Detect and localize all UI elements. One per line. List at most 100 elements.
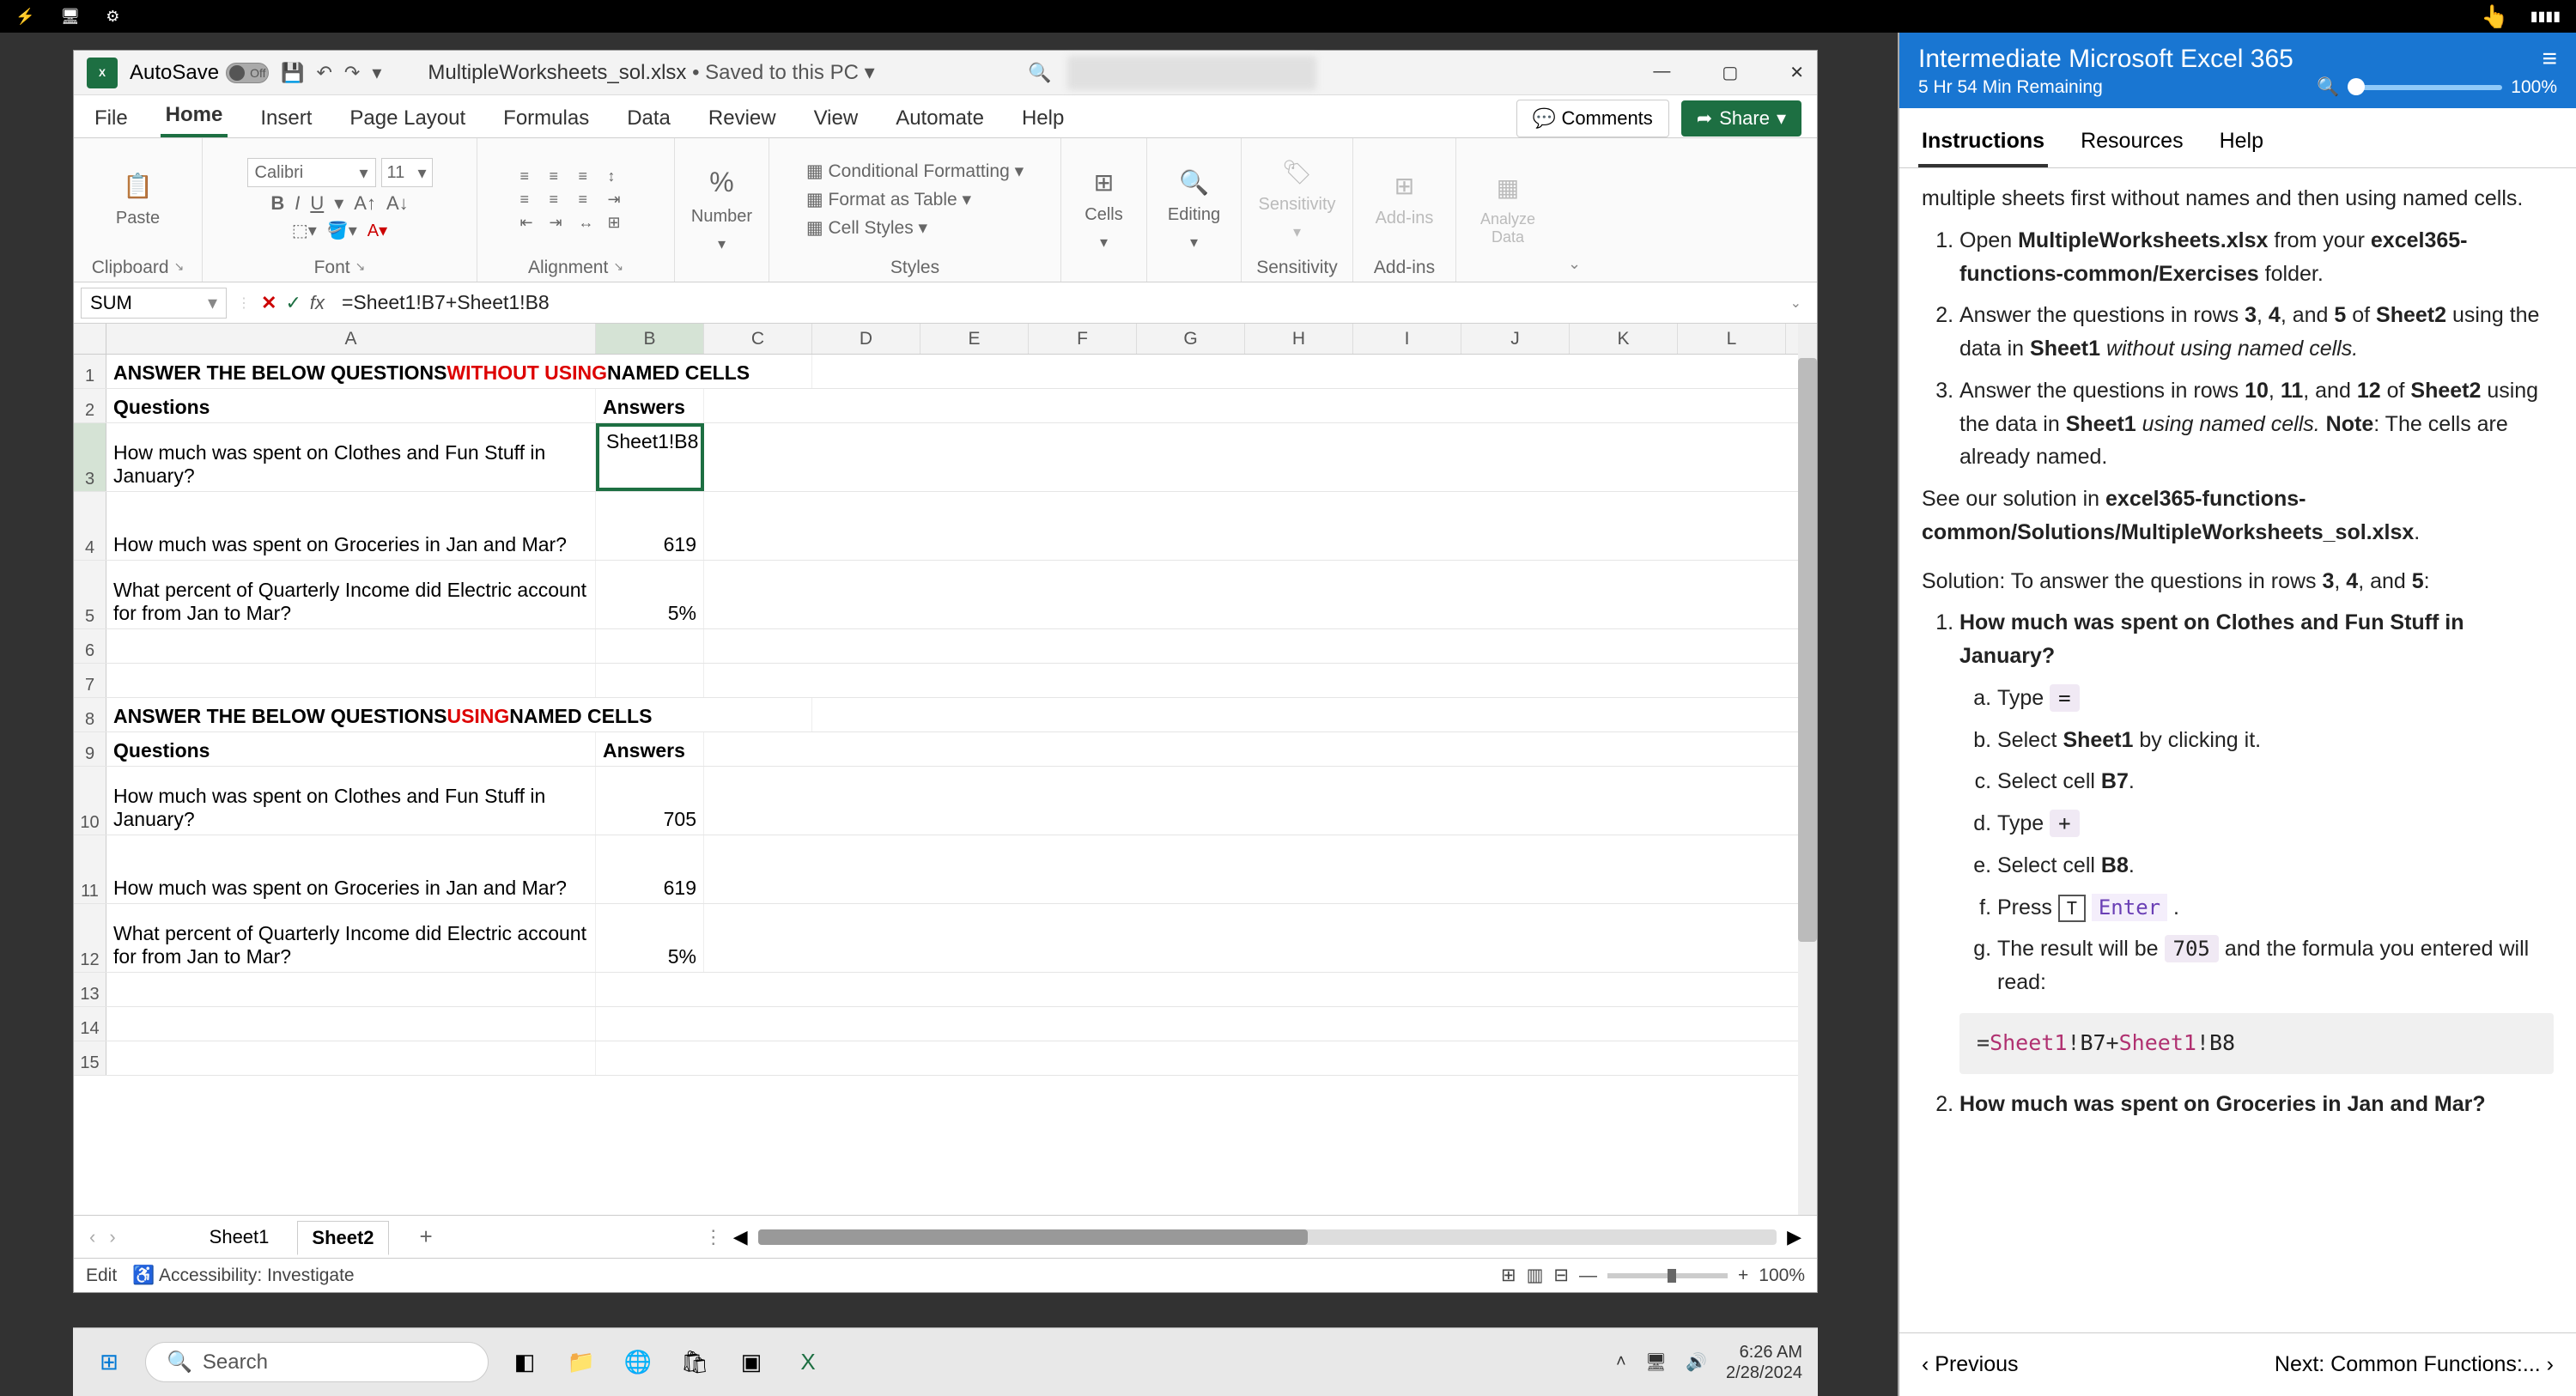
zoom-in-icon[interactable]: + — [1738, 1266, 1748, 1286]
expand-formula-icon[interactable]: ⌄ — [1790, 294, 1810, 312]
horizontal-scrollbar[interactable] — [758, 1229, 1777, 1245]
col-header-L[interactable]: L — [1678, 324, 1786, 354]
tab-data[interactable]: Data — [622, 100, 676, 137]
col-header-E[interactable]: E — [920, 324, 1029, 354]
cell-A8[interactable]: ANSWER THE BELOW QUESTIONS USING NAMED C… — [106, 698, 812, 731]
clock-time[interactable]: 6:26 AM — [1726, 1342, 1802, 1363]
share-button[interactable]: ➦ Share ▾ — [1681, 100, 1801, 137]
previous-button[interactable]: ‹ Previous — [1922, 1352, 2019, 1377]
store-icon[interactable]: 🛍 — [674, 1342, 715, 1383]
tab-help[interactable]: Help — [2216, 118, 2267, 167]
cell-A2[interactable]: Questions — [106, 389, 596, 422]
col-header-K[interactable]: K — [1570, 324, 1678, 354]
cell-A10[interactable]: How much was spent on Clothes and Fun St… — [106, 767, 596, 835]
clock-date[interactable]: 2/28/2024 — [1726, 1363, 1802, 1383]
undo-icon[interactable]: ↶ — [316, 62, 331, 84]
vertical-scrollbar[interactable] — [1798, 324, 1817, 1215]
tab-insert[interactable]: Insert — [255, 100, 317, 137]
col-header-D[interactable]: D — [812, 324, 920, 354]
cell-B3-active[interactable]: Sheet1!B8 — [596, 423, 704, 491]
font-size-select[interactable]: 11▾ — [381, 158, 433, 187]
edge-icon[interactable]: 🌐 — [617, 1342, 659, 1383]
col-header-H[interactable]: H — [1245, 324, 1353, 354]
tray-chevron-icon[interactable]: ˄ — [1616, 1352, 1626, 1372]
save-icon[interactable]: 💾 — [281, 62, 304, 84]
file-explorer-icon[interactable]: 📁 — [561, 1342, 602, 1383]
cell-A5[interactable]: What percent of Quarterly Income did Ele… — [106, 561, 596, 628]
cell-A9[interactable]: Questions — [106, 732, 596, 766]
col-header-G[interactable]: G — [1137, 324, 1245, 354]
zoom-slider[interactable] — [1607, 1273, 1728, 1278]
col-header-A[interactable]: A — [106, 324, 596, 354]
cell-B2[interactable]: Answers — [596, 389, 704, 422]
task-view-icon[interactable]: ◧ — [504, 1342, 545, 1383]
tab-review[interactable]: Review — [703, 100, 781, 137]
font-name-select[interactable]: Calibri▾ — [247, 158, 376, 187]
scroll-left-icon[interactable]: ◀ — [733, 1226, 748, 1248]
prev-sheet-icon[interactable]: ‹ — [89, 1226, 95, 1248]
scroll-right-icon[interactable]: ▶ — [1787, 1226, 1801, 1248]
cell-B10[interactable]: 705 — [596, 767, 704, 835]
zoom-out-icon[interactable]: — — [1579, 1266, 1597, 1286]
cell-A11[interactable]: How much was spent on Groceries in Jan a… — [106, 835, 596, 903]
col-header-J[interactable]: J — [1461, 324, 1570, 354]
tray-volume-icon[interactable]: 🔊 — [1686, 1351, 1707, 1373]
borders-icon[interactable]: ⬚▾ — [292, 220, 317, 241]
tab-file[interactable]: File — [89, 100, 133, 137]
redo-icon[interactable]: ↷ — [344, 62, 360, 84]
cell-B12[interactable]: 5% — [596, 904, 704, 972]
formula-bar[interactable]: =Sheet1!B7+Sheet1!B8 — [335, 288, 1780, 318]
start-icon[interactable]: ⊞ — [88, 1342, 130, 1383]
col-header-B[interactable]: B — [596, 324, 704, 354]
italic-button[interactable]: I — [295, 192, 300, 215]
next-button[interactable]: Next: Common Functions:... › — [2275, 1352, 2554, 1377]
col-header-C[interactable]: C — [704, 324, 812, 354]
zoom-level[interactable]: 100% — [1759, 1266, 1805, 1286]
tray-display-icon[interactable]: 🖥 — [1645, 1351, 1667, 1373]
tab-automate[interactable]: Automate — [890, 100, 989, 137]
comments-button[interactable]: 💬 Comments — [1516, 100, 1669, 137]
cell-A4[interactable]: How much was spent on Groceries in Jan a… — [106, 492, 596, 560]
tab-formulas[interactable]: Formulas — [498, 100, 594, 137]
view-page-icon[interactable]: ▥ — [1527, 1265, 1544, 1286]
paste-button[interactable]: Paste — [116, 209, 160, 228]
view-break-icon[interactable]: ⊟ — [1553, 1265, 1569, 1286]
sheet-tab-sheet1[interactable]: Sheet1 — [195, 1220, 284, 1254]
terminal-icon[interactable]: ▣ — [731, 1342, 772, 1383]
col-header-I[interactable]: I — [1353, 324, 1461, 354]
cell-B5[interactable]: 5% — [596, 561, 704, 628]
sheet-tab-sheet2[interactable]: Sheet2 — [297, 1221, 388, 1255]
conditional-formatting-button[interactable]: ▦ Conditional Formatting ▾ — [806, 161, 1024, 182]
cell-A12[interactable]: What percent of Quarterly Income did Ele… — [106, 904, 596, 972]
tab-help[interactable]: Help — [1017, 100, 1069, 137]
name-box[interactable]: SUM▾ — [81, 288, 227, 319]
cell-styles-button[interactable]: ▦ Cell Styles ▾ — [806, 217, 927, 239]
monitor-icon[interactable]: 🖥 — [60, 8, 80, 26]
minimize-icon[interactable]: — — [1653, 62, 1670, 83]
col-header-F[interactable]: F — [1029, 324, 1137, 354]
add-sheet-icon[interactable]: + — [420, 1223, 433, 1250]
cell-A1[interactable]: ANSWER THE BELOW QUESTIONS WITHOUT USING… — [106, 355, 812, 388]
collapse-ribbon-icon[interactable]: ⌄ — [1559, 246, 1589, 282]
enter-formula-icon[interactable]: ✓ — [285, 292, 301, 314]
cell-B11[interactable]: 619 — [596, 835, 704, 903]
cell-B4[interactable]: 619 — [596, 492, 704, 560]
cancel-formula-icon[interactable]: ✕ — [261, 292, 276, 314]
user-account[interactable] — [1067, 56, 1316, 90]
excel-taskbar-icon[interactable]: X — [787, 1342, 829, 1383]
fill-color-icon[interactable]: 🪣▾ — [327, 220, 357, 241]
number-button[interactable]: Number — [691, 207, 752, 227]
maximize-icon[interactable]: ▢ — [1722, 62, 1738, 83]
bold-button[interactable]: B — [270, 192, 284, 215]
search-icon[interactable]: 🔍 — [1024, 58, 1055, 88]
qat-dropdown-icon[interactable]: ▾ — [372, 62, 381, 84]
menu-icon[interactable]: ≡ — [2542, 45, 2557, 74]
next-sheet-icon[interactable]: › — [109, 1226, 115, 1248]
cell-B9[interactable]: Answers — [596, 732, 704, 766]
format-as-table-button[interactable]: ▦ Format as Table ▾ — [806, 189, 971, 210]
bolt-icon[interactable]: ⚡ — [15, 8, 34, 26]
taskbar-search[interactable]: 🔍 Search — [145, 1342, 489, 1382]
fx-icon[interactable]: fx — [310, 292, 325, 314]
panel-search-icon[interactable]: 🔍 — [2317, 77, 2339, 98]
decrease-font-icon[interactable]: A↓ — [386, 192, 409, 215]
